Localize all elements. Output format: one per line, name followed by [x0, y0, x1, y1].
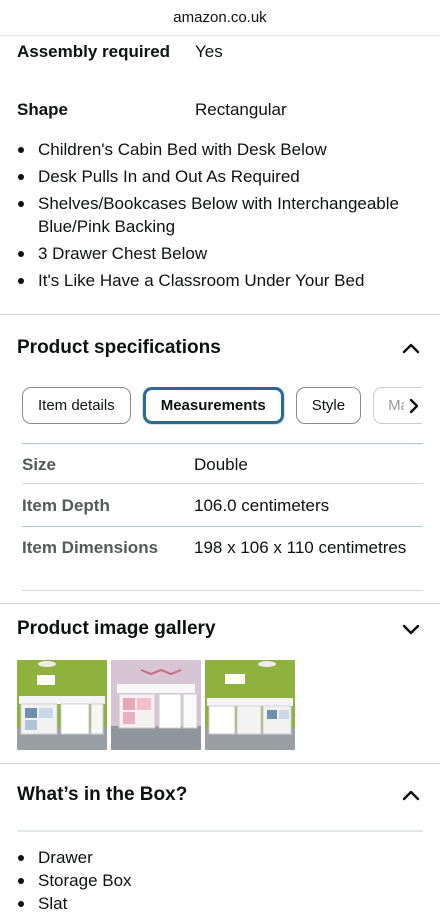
image-gallery [17, 660, 295, 750]
feature-bullets: Children's Cabin Bed with Desk Below Des… [17, 138, 427, 296]
chevron-up-icon[interactable] [399, 336, 423, 360]
section-divider [0, 763, 440, 764]
spec-value: 106.0 centimeters [194, 496, 330, 515]
spec-label: Size [22, 455, 57, 474]
spec-row-item-depth: Item Depth 106.0 centimeters [22, 483, 423, 526]
list-item: Children's Cabin Bed with Desk Below [17, 138, 427, 161]
tab-item-details[interactable]: Item details [22, 387, 131, 424]
spec-row-size: Size Double [22, 443, 423, 483]
gallery-thumbnail[interactable] [17, 660, 107, 750]
chevron-down-icon[interactable] [399, 617, 423, 641]
spec-row-item-dimensions: Item Dimensions 198 x 106 x 110 centimet… [22, 526, 423, 590]
tab-measurements[interactable]: Measurements [142, 387, 284, 424]
product-image-gallery-header[interactable]: Product image gallery [17, 614, 423, 644]
spec-value: Double [194, 455, 248, 474]
spec-label: Item Dimensions [22, 538, 159, 557]
gallery-thumbnail[interactable] [111, 660, 201, 750]
detail-row-shape: Shape Rectangular [17, 98, 423, 121]
section-title: Product image gallery [17, 618, 216, 639]
gallery-thumbnail[interactable] [205, 660, 295, 750]
list-item: Storage Box [17, 869, 132, 892]
detail-label: Assembly required [17, 42, 171, 61]
list-item: 3 Drawer Chest Below [17, 242, 427, 265]
url-text: amazon.co.uk [173, 9, 267, 26]
section-title: Product specifications [17, 337, 221, 358]
tab-style[interactable]: Style [295, 387, 362, 424]
list-item: Drawer [17, 846, 132, 869]
detail-value: Rectangular [195, 100, 287, 119]
spec-tabs: Item details Measurements Style Ma [22, 387, 422, 425]
chevron-up-icon[interactable] [399, 783, 423, 807]
whats-in-the-box-header[interactable]: What’s in the Box? [17, 780, 423, 810]
list-item: Slat [17, 892, 132, 912]
list-item: Desk Pulls In and Out As Required [17, 165, 427, 188]
detail-row-assembly: Assembly required Yes [17, 40, 423, 63]
spec-label: Item Depth [22, 496, 110, 515]
section-divider [0, 314, 440, 315]
detail-label: Shape [17, 100, 69, 119]
box-contents: Drawer Storage Box Slat [17, 846, 132, 912]
product-specifications-header[interactable]: Product specifications [17, 333, 423, 363]
section-divider [0, 603, 440, 604]
spec-bottom-line [22, 590, 423, 591]
list-item: Shelves/Bookcases Below with Interchange… [17, 192, 427, 238]
section-title: What’s in the Box? [17, 784, 188, 805]
spec-value: 198 x 106 x 110 centimetres [194, 538, 407, 557]
list-item: It's Like Have a Classroom Under Your Be… [17, 269, 427, 292]
box-divider [17, 830, 423, 832]
chevron-right-icon[interactable] [404, 394, 424, 418]
detail-value: Yes [195, 42, 223, 61]
url-bar[interactable]: amazon.co.uk [0, 0, 440, 36]
